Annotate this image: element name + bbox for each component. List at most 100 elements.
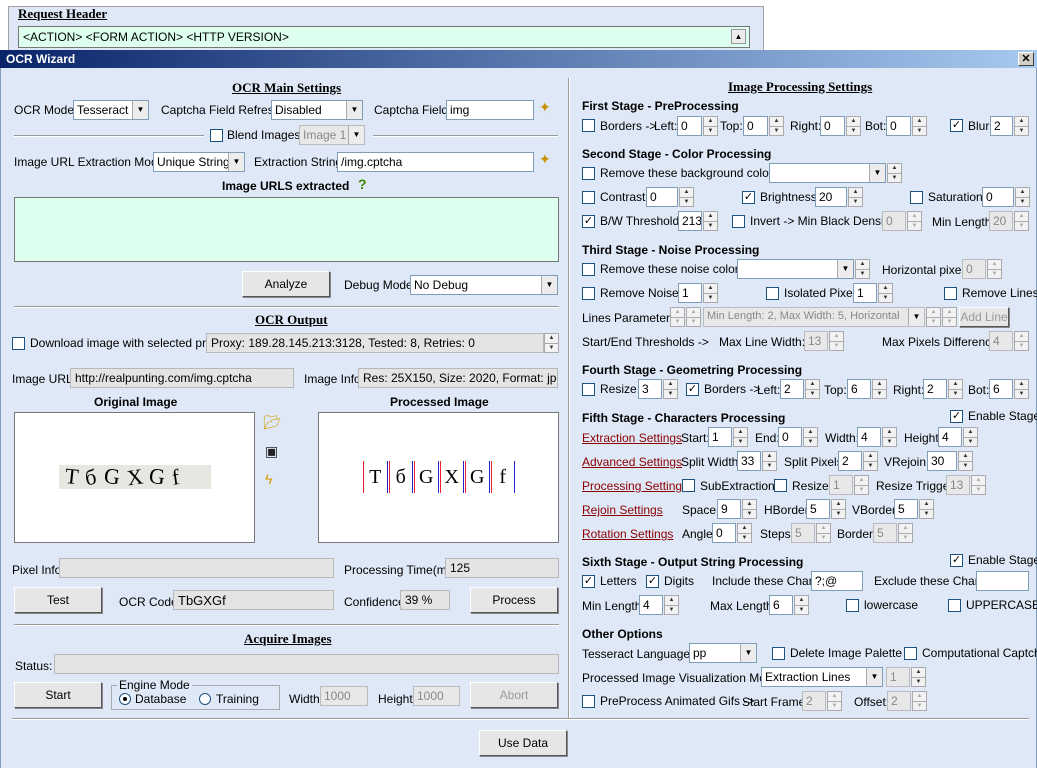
url-extraction-mode-select[interactable]: Unique String ▼ [153,152,245,172]
test-button[interactable]: Test [14,587,102,613]
start-button[interactable]: Start [14,682,102,708]
include-chars-input[interactable]: ?;@ [811,571,863,591]
horizontal-pixels-spinner[interactable]: ▲ ▼ [987,259,1002,279]
lines-param-spinner-c[interactable]: ▲ ▼ [926,307,941,327]
top-input[interactable]: 0 [743,116,768,136]
width5-spinner[interactable]: ▲ ▼ [882,427,897,447]
remove-noise-spinner[interactable]: ▲ ▼ [703,283,718,303]
saturation-spinner[interactable]: ▲ ▼ [1015,187,1030,207]
tesseract-language-select[interactable]: pp ▼ [689,643,757,663]
bot-spinner[interactable]: ▲ ▼ [912,116,927,136]
space-spinner[interactable]: ▲ ▼ [742,499,757,519]
captcha-refresh-select[interactable]: Disabled ▼ [271,100,363,120]
borders-checkbox[interactable] [582,119,595,132]
save-icon[interactable]: ▣ [265,443,278,460]
process-button[interactable]: Process [470,587,558,613]
max-pixels-difference-spinner[interactable]: ▲ ▼ [1014,331,1029,351]
bg-colors-select[interactable]: ▼ [769,163,886,183]
processing-settings-link[interactable]: Processing Settings [582,479,688,493]
saturation-checkbox[interactable] [910,191,923,204]
blend-images-checkbox[interactable] [210,129,223,142]
right-input[interactable]: 0 [820,116,845,136]
left4-spinner[interactable]: ▲ ▼ [805,379,820,399]
steps-input[interactable]: 5 [791,523,815,543]
top4-spinner[interactable]: ▲ ▼ [872,379,887,399]
proxy-checkbox[interactable] [12,337,25,350]
brightness-spinner[interactable]: ▲ ▼ [848,187,863,207]
lightning-icon[interactable]: ϟ [265,471,272,487]
database-radio[interactable] [119,693,131,705]
isolated-pixels-checkbox[interactable] [766,287,779,300]
saturation-input[interactable]: 0 [982,187,1014,207]
rotation-settings-link[interactable]: Rotation Settings [582,527,673,541]
request-header-field[interactable]: <ACTION> <FORM ACTION> <HTTP VERSION> ▲ [18,26,750,48]
bw-threshold-checkbox[interactable]: ✓ [582,215,595,228]
vrejoin-input[interactable]: 30 [927,451,957,471]
resize-trigger-spinner[interactable]: ▲ ▼ [971,475,986,495]
steps-spinner[interactable]: ▲ ▼ [816,523,831,543]
lowercase-checkbox[interactable] [846,599,859,612]
debug-mode-select[interactable]: No Debug ▼ [410,275,558,295]
left4-input[interactable]: 2 [780,379,804,399]
vborder-input[interactable]: 5 [894,499,918,519]
split-width-spinner[interactable]: ▲ ▼ [762,451,777,471]
left-spinner[interactable]: ▲ ▼ [703,116,718,136]
top-spinner[interactable]: ▲ ▼ [769,116,784,136]
min-length-spinner[interactable]: ▲ ▼ [1014,211,1029,231]
split-pixels-input[interactable]: 2 [838,451,862,471]
borders4-checkbox[interactable]: ✓ [686,383,699,396]
subextraction-checkbox[interactable] [682,479,695,492]
rejoin-settings-link[interactable]: Rejoin Settings [582,503,663,517]
min-black-density-spinner[interactable]: ▲ ▼ [907,211,922,231]
noise-colors-spinner[interactable]: ▲ ▼ [855,259,870,279]
exclude-chars-input[interactable] [976,571,1029,591]
end-spinner[interactable]: ▲ ▼ [803,427,818,447]
lines-parameters-select[interactable]: Min Length: 2, Max Width: 5, Horizontal ▼ [703,307,925,327]
offset-spinner[interactable]: ▲ ▼ [912,691,927,711]
start-frame-spinner[interactable]: ▲ ▼ [827,691,842,711]
angle-spinner[interactable]: ▲ ▼ [737,523,752,543]
resize5-checkbox[interactable] [774,479,787,492]
brightness-input[interactable]: 20 [815,187,847,207]
resize5-spinner[interactable]: ▲ ▼ [854,475,869,495]
split-width-input[interactable]: 33 [737,451,761,471]
isolated-pixels-input[interactable]: 1 [853,283,877,303]
lines-param-spinner-b[interactable]: ▲ ▼ [686,307,701,327]
use-data-button[interactable]: Use Data [479,730,567,756]
analyze-button[interactable]: Analyze [242,271,330,297]
border5-spinner[interactable]: ▲ ▼ [898,523,913,543]
remove-noise-colors-checkbox[interactable] [582,263,595,276]
min-length-input[interactable]: 20 [989,211,1013,231]
letters-checkbox[interactable]: ✓ [582,575,595,588]
end-input[interactable]: 0 [778,427,802,447]
start-frame-input[interactable]: 2 [802,691,826,711]
right4-spinner[interactable]: ▲ ▼ [948,379,963,399]
captcha-field-input[interactable]: img [446,100,534,120]
open-folder-icon[interactable]: 📂︎ [263,414,281,431]
remove-lines-checkbox[interactable] [944,287,957,300]
close-button[interactable]: ✕ [1018,52,1034,66]
angle-input[interactable]: 0 [712,523,736,543]
min-black-density-input[interactable]: 0 [882,211,906,231]
top4-input[interactable]: 6 [847,379,871,399]
remove-bg-checkbox[interactable] [582,167,595,180]
min-length6-input[interactable]: 4 [639,595,663,615]
max-pixels-difference-input[interactable]: 4 [989,331,1013,351]
start-spinner[interactable]: ▲ ▼ [733,427,748,447]
vrejoin-spinner[interactable]: ▲ ▼ [958,451,973,471]
height5-spinner[interactable]: ▲ ▼ [963,427,978,447]
magic-wand-icon[interactable]: ✦ [539,99,551,116]
blur-input[interactable]: 2 [990,116,1013,136]
blur-checkbox[interactable]: ✓ [950,119,963,132]
remove-noise-input[interactable]: 1 [678,283,702,303]
horizontal-pixels-input[interactable]: 0 [962,259,986,279]
proxy-spinner[interactable]: ▲ ▼ [544,333,559,353]
height-input[interactable]: 1000 [413,686,460,706]
visualization-number-spinner[interactable]: ▲ ▼ [911,667,926,687]
hborder-input[interactable]: 5 [806,499,830,519]
max-length6-input[interactable]: 6 [769,595,793,615]
bw-threshold-input[interactable]: 213 [678,211,702,231]
bot4-input[interactable]: 6 [989,379,1013,399]
magic-wand-icon[interactable]: ✦ [539,151,551,168]
split-pixels-spinner[interactable]: ▲ ▼ [863,451,878,471]
